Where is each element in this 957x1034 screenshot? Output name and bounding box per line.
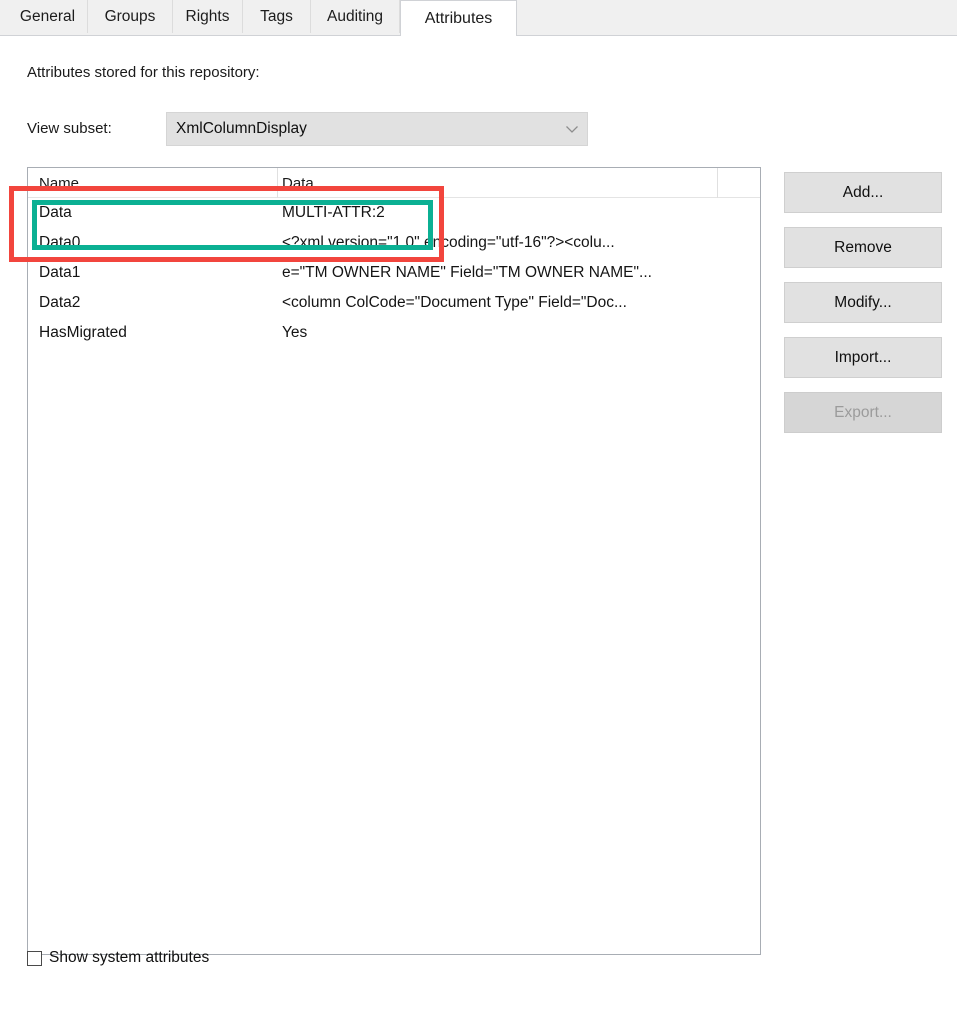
cell-name: Data [39,204,72,221]
pane-description: Attributes stored for this repository: [27,64,260,81]
cell-name: HasMigrated [39,324,127,341]
attributes-pane: Attributes stored for this repository: V… [0,36,957,1034]
cell-data: <column ColCode="Document Type" Field="D… [282,294,627,311]
button-label: Import... [834,348,892,366]
cell-data: MULTI-ATTR:2 [282,204,385,221]
show-system-attributes-checkbox[interactable] [27,950,42,966]
column-header-data[interactable]: Data [278,168,718,198]
remove-button[interactable]: Remove [784,227,942,268]
modify-button[interactable]: Modify... [784,282,942,323]
column-header-spacer [718,168,760,198]
import-button[interactable]: Import... [784,337,942,378]
tab-rights[interactable]: Rights [173,0,243,33]
table-row[interactable]: Data2 <column ColCode="Document Type" Fi… [28,288,760,318]
table-row[interactable]: Data MULTI-ATTR:2 [28,198,760,228]
tab-label: Rights [185,7,230,25]
cell-data: e="TM OWNER NAME" Field="TM OWNER NAME".… [282,264,652,281]
list-header-row: Name Data [28,168,760,198]
cell-data: <?xml version="1.0" encoding="utf-16"?><… [282,234,615,251]
cell-data: Yes [282,324,308,341]
cell-name: Data2 [39,294,81,311]
tab-groups[interactable]: Groups [88,0,173,33]
cell-name: Data0 [39,234,81,251]
column-header-label: Name [39,174,80,192]
show-system-attributes-row[interactable]: Show system attributes [27,949,209,967]
column-header-name[interactable]: Name [28,168,278,198]
button-label: Remove [834,238,892,256]
tab-auditing[interactable]: Auditing [311,0,400,33]
table-row[interactable]: HasMigrated Yes [28,318,760,348]
button-label: Add... [842,183,884,201]
button-label: Export... [834,403,892,421]
tab-general[interactable]: General [8,0,88,33]
show-system-attributes-label: Show system attributes [49,949,210,966]
button-label: Modify... [834,293,892,311]
add-button[interactable]: Add... [784,172,942,213]
tab-bar: General Groups Rights Tags Auditing Attr… [0,0,957,36]
tab-label: Attributes [424,9,493,27]
tab-label: Tags [260,7,293,25]
table-row[interactable]: Data0 <?xml version="1.0" encoding="utf-… [28,228,760,258]
tab-tags[interactable]: Tags [243,0,311,33]
tab-label: General [19,7,76,25]
column-header-label: Data [282,174,314,192]
list-body: Data MULTI-ATTR:2 Data0 <?xml version="1… [28,198,760,348]
chevron-down-icon [557,124,587,134]
tab-label: Auditing [326,7,383,25]
export-button: Export... [784,392,942,433]
tab-label: Groups [104,7,156,25]
table-row[interactable]: Data1 e="TM OWNER NAME" Field="TM OWNER … [28,258,760,288]
cell-name: Data1 [39,264,81,281]
view-subset-label: View subset: [27,120,112,137]
attributes-list[interactable]: Name Data Data MULTI-ATTR:2 Data0 <?xml … [27,167,761,955]
tab-attributes[interactable]: Attributes [400,0,517,36]
view-subset-dropdown[interactable]: XmlColumnDisplay [166,112,588,146]
view-subset-value: XmlColumnDisplay [176,120,307,137]
